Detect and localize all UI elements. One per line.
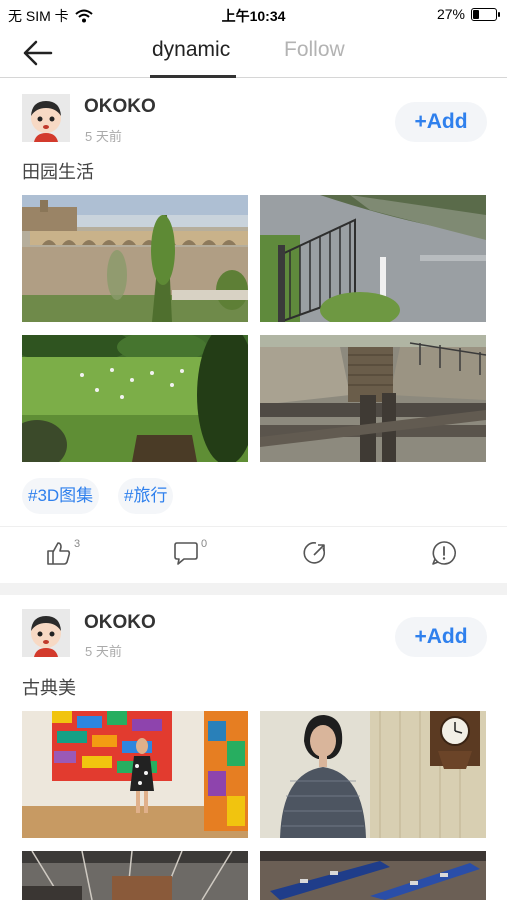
photo-mannequin	[260, 711, 486, 838]
avatar[interactable]	[22, 94, 70, 142]
post-photo[interactable]	[22, 195, 248, 322]
post-photo[interactable]	[22, 335, 248, 462]
post-photo[interactable]	[22, 851, 248, 900]
status-right: 27%	[436, 6, 500, 22]
battery-fill	[473, 9, 479, 19]
post-photo[interactable]	[260, 851, 486, 900]
comment-count: 0	[201, 538, 208, 550]
share-button[interactable]	[303, 536, 363, 572]
post-time: 5 天前	[85, 644, 122, 659]
photo-bridge	[22, 195, 248, 322]
like-count: 3	[74, 538, 81, 550]
avatar-image	[22, 609, 70, 657]
comment-button[interactable]: 0	[173, 536, 233, 572]
photo-gate	[260, 195, 486, 322]
battery-icon	[471, 7, 500, 21]
post-photo[interactable]	[260, 335, 486, 462]
post-text: 田园生活	[22, 162, 94, 182]
back-arrow-icon	[23, 40, 53, 66]
like-icon	[47, 542, 71, 565]
tab-follow[interactable]: Follow	[284, 38, 345, 62]
username[interactable]: OKOKO	[84, 612, 156, 634]
photo-meadow	[22, 335, 248, 462]
photo-model-train	[260, 851, 486, 900]
photo-station	[22, 851, 248, 900]
post-time: 5 天前	[85, 129, 122, 144]
section-separator	[0, 583, 507, 595]
divider	[0, 526, 507, 527]
status-bar: 无 SIM 卡 上午10:34 27%	[0, 0, 507, 28]
add-follow-button[interactable]: +Add	[395, 102, 487, 142]
photo-art-gallery	[22, 711, 248, 838]
tab-dynamic[interactable]: dynamic	[152, 38, 230, 62]
photo-canal-lock	[260, 335, 486, 462]
report-icon	[432, 541, 456, 565]
report-button[interactable]	[431, 536, 491, 572]
avatar-image	[22, 94, 70, 142]
back-button[interactable]	[22, 38, 54, 68]
like-button[interactable]: 3	[46, 536, 106, 572]
hashtag-3d-gallery[interactable]: #3D图集	[22, 478, 100, 514]
status-time: 上午10:34	[221, 8, 286, 24]
avatar[interactable]	[22, 609, 70, 657]
share-icon	[303, 542, 326, 564]
post-card: OKOKO 5 天前 +Add 田园生活 #3D图集 #旅行 3 0	[0, 78, 507, 583]
username[interactable]: OKOKO	[84, 96, 156, 118]
post-photo[interactable]	[260, 195, 486, 322]
nav-bar: dynamic Follow	[0, 28, 507, 78]
hashtag-travel[interactable]: #旅行	[118, 478, 174, 514]
post-photo[interactable]	[260, 711, 486, 838]
comment-icon	[174, 542, 198, 565]
battery-percent: 27%	[436, 6, 465, 22]
post-card: OKOKO 5 天前 +Add 古典美	[0, 595, 507, 900]
add-follow-button[interactable]: +Add	[395, 617, 487, 657]
post-photo[interactable]	[22, 711, 248, 838]
post-text: 古典美	[22, 678, 76, 698]
